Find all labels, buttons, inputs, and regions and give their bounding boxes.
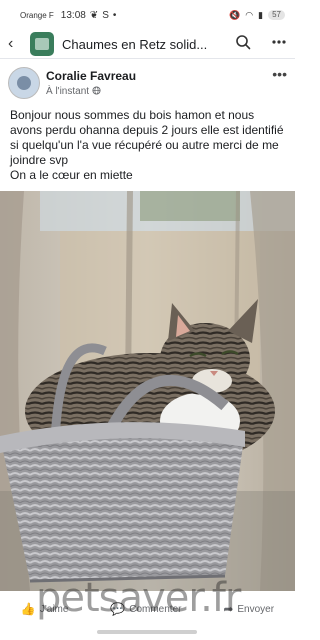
group-title[interactable]: Chaumes en Retz solid... (62, 37, 222, 52)
wifi-icon: ◠ (245, 9, 254, 20)
author-meta: Coralie Favreau À l'instant (46, 69, 136, 98)
back-button[interactable]: ‹ (8, 35, 26, 53)
status-right: 🔇 ◠ ▮ 57 (229, 10, 285, 21)
globe-icon (92, 85, 101, 98)
post-paragraph-1: Bonjour nous sommes du bois hamon et nou… (10, 108, 284, 167)
search-icon[interactable] (235, 34, 251, 54)
post-text: Bonjour nous sommes du bois hamon et nou… (10, 108, 286, 183)
more-options-icon[interactable] (271, 34, 287, 54)
author-name[interactable]: Coralie Favreau (46, 69, 136, 83)
battery-indicator: 57 (268, 10, 285, 20)
signal-icon: ▮ (258, 9, 264, 20)
header-divider (0, 58, 295, 59)
author-avatar[interactable] (8, 67, 40, 99)
gesture-bar (97, 630, 197, 634)
post-photo[interactable] (0, 191, 295, 591)
post-time: À l'instant (46, 85, 136, 98)
app-bar: ‹ Chaumes en Retz solid... (0, 30, 295, 58)
leaf-icon: ❦ (89, 9, 99, 21)
status-time: 13:08 (60, 9, 86, 21)
petsaver-watermark: petsaver.fr (36, 575, 241, 621)
post-paragraph-2: On a le cœur en miette (10, 168, 133, 182)
dot-indicator: • (112, 9, 117, 21)
share-label: Envoyer (237, 603, 275, 615)
app-actions (235, 34, 287, 54)
carrier-label: Orange F (20, 10, 54, 20)
s-indicator: S (102, 9, 109, 21)
post-time-label: À l'instant (46, 86, 90, 97)
group-avatar[interactable] (30, 32, 54, 56)
cat-in-basket-image (0, 191, 295, 591)
status-left: Orange F 13:08 ❦ S • (20, 10, 116, 21)
status-bar: Orange F 13:08 ❦ S • 🔇 ◠ ▮ 57 (0, 0, 295, 30)
post-more-icon[interactable]: ••• (272, 66, 287, 82)
post-header: Coralie Favreau À l'instant ••• (8, 66, 287, 100)
thumbs-up-icon: 👍 (20, 602, 36, 616)
mute-icon: 🔇 (229, 9, 241, 20)
